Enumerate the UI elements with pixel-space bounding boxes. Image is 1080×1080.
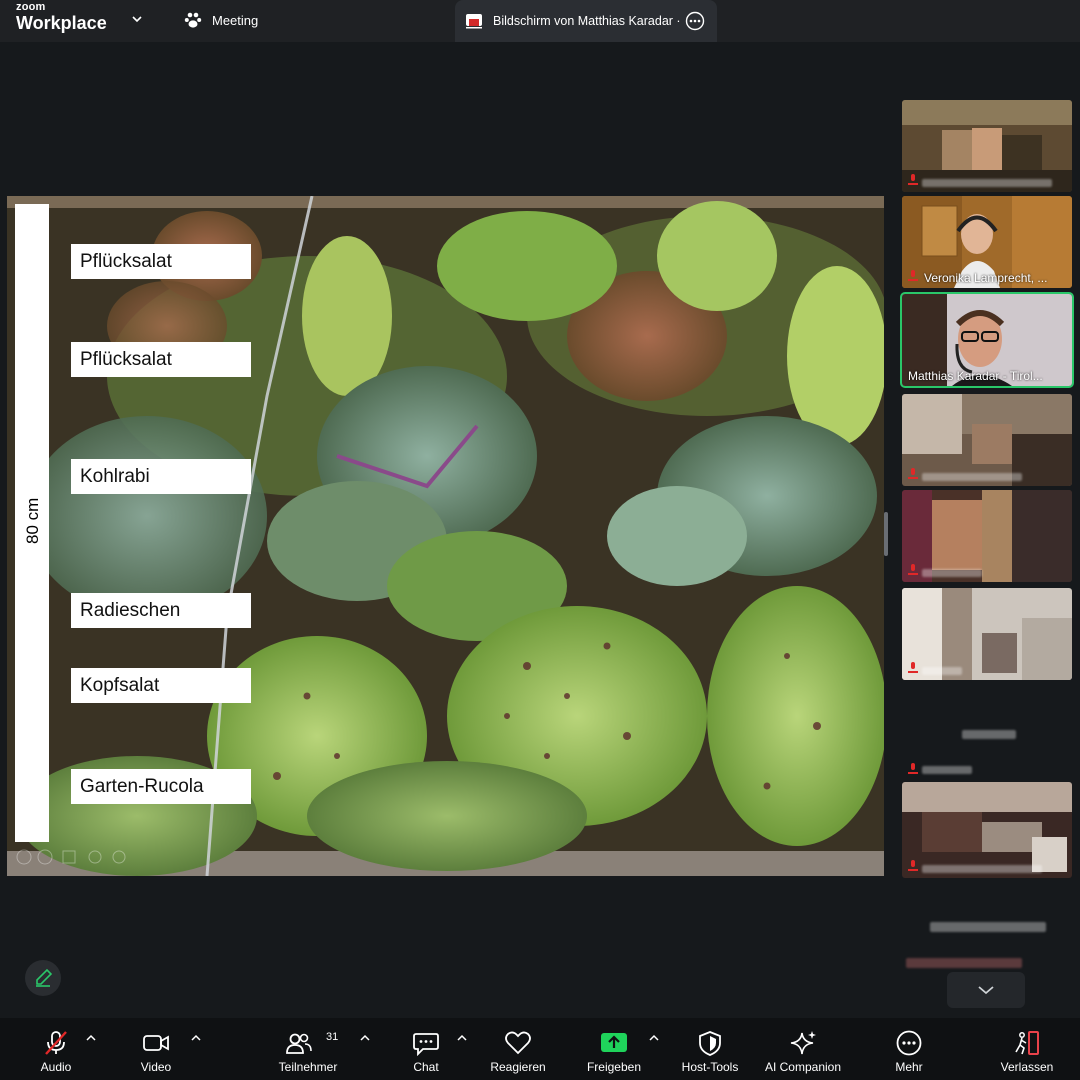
chevron-up-icon[interactable] [86, 1034, 96, 1042]
leave-door-icon [1015, 1031, 1039, 1055]
chevron-up-icon[interactable] [457, 1034, 467, 1042]
chevron-down-icon[interactable] [130, 12, 144, 26]
annotate-button[interactable] [25, 960, 61, 996]
blurred-participant-label [930, 922, 1046, 932]
more-options-icon[interactable] [685, 11, 705, 31]
sparkle-icon [790, 1031, 816, 1055]
chat-label: Chat [413, 1060, 439, 1074]
tab-screen-share[interactable]: Bildschirm von Matthias Karadar · [455, 0, 717, 42]
host-tools-label: Host-Tools [681, 1060, 739, 1074]
participant-tile[interactable]: Veronika Lamprecht, ... [902, 196, 1072, 288]
brand-zoom: zoom [16, 1, 46, 13]
blurred-name [922, 766, 972, 774]
splitter-handle[interactable] [884, 512, 888, 556]
blurred-name [922, 569, 982, 577]
plant-label: Radieschen [71, 593, 251, 628]
participant-name: Matthias Karadar - Tirol... [908, 369, 1043, 383]
shield-icon [699, 1031, 721, 1056]
chat-button[interactable]: Chat [400, 1018, 452, 1080]
brand-workplace: Workplace [16, 13, 107, 33]
host-tools-button[interactable]: Host-Tools [674, 1018, 746, 1080]
video-button[interactable]: Video [130, 1018, 182, 1080]
participant-name: Veronika Lamprecht, ... [924, 271, 1048, 285]
app-logo: zoom Workplace [16, 1, 107, 33]
video-camera-icon [143, 1035, 169, 1051]
participant-name-row[interactable] [902, 760, 1072, 778]
muted-mic-icon [908, 270, 918, 281]
chevron-up-icon[interactable] [360, 1034, 370, 1042]
more-label: Mehr [895, 1060, 923, 1074]
leave-label: Verlassen [1000, 1060, 1054, 1074]
participant-tile[interactable] [902, 588, 1072, 680]
react-label: Reagieren [490, 1060, 546, 1074]
scroll-down-button[interactable] [947, 972, 1025, 1008]
blurred-name [922, 179, 1052, 187]
muted-microphone-icon [45, 1031, 67, 1055]
meeting-toolbar: Audio Video 31 Teilnehmer Chat Reagieren… [0, 1018, 1080, 1080]
participant-tile[interactable] [902, 394, 1072, 486]
title-bar: zoom Workplace Meeting Bildschirm von Ma… [0, 0, 1080, 42]
plant-label: Garten-Rucola [71, 769, 251, 804]
audio-label: Audio [40, 1060, 72, 1074]
muted-mic-icon [908, 860, 918, 871]
participant-tile[interactable] [902, 100, 1072, 192]
blurred-participant-label [906, 958, 1022, 968]
participant-tile[interactable] [902, 782, 1072, 878]
audio-button[interactable]: Audio [30, 1018, 82, 1080]
pen-icon [36, 968, 53, 987]
blurred-name [922, 667, 962, 675]
participants-label: Teilnehmer [278, 1060, 338, 1074]
participants-count: 31 [326, 1031, 339, 1043]
share-tab-label: Bildschirm von Matthias Karadar · [493, 14, 681, 28]
tab-meeting[interactable]: Meeting [184, 8, 258, 32]
chevron-up-icon[interactable] [191, 1034, 201, 1042]
heart-icon [505, 1031, 531, 1055]
ruler-label: 80 cm [23, 497, 42, 544]
share-screen-icon [601, 1033, 627, 1052]
chat-icon [413, 1033, 439, 1056]
participants-button[interactable]: 31 Teilnehmer [270, 1018, 346, 1080]
participant-tile-active-speaker[interactable]: Matthias Karadar - Tirol... [900, 292, 1074, 388]
paw-icon [184, 12, 202, 28]
plant-label: Kopfsalat [71, 668, 251, 703]
blurred-name [922, 473, 1022, 481]
participant-tile[interactable] [902, 490, 1072, 582]
plant-label: Kohlrabi [71, 459, 251, 494]
more-icon [896, 1030, 922, 1056]
participants-icon [285, 1033, 312, 1054]
chevron-up-icon[interactable] [649, 1034, 659, 1042]
video-label: Video [140, 1060, 172, 1074]
share-screen-icon [466, 14, 482, 29]
muted-mic-icon [908, 763, 918, 774]
plant-label: Pflücksalat [71, 244, 251, 279]
slide-controls[interactable] [15, 848, 145, 866]
chevron-down-icon [978, 986, 994, 995]
muted-mic-icon [908, 174, 918, 185]
more-button[interactable]: Mehr [884, 1018, 934, 1080]
muted-mic-icon [908, 564, 918, 575]
share-label: Freigeben [586, 1060, 642, 1074]
shared-screen: 80 cm Pflücksalat Pflücksalat Kohlrabi R… [7, 196, 884, 876]
muted-mic-icon [908, 468, 918, 479]
tab-meeting-label: Meeting [212, 12, 259, 28]
share-button[interactable]: Freigeben [580, 1018, 648, 1080]
leave-button[interactable]: Verlassen [994, 1018, 1060, 1080]
muted-mic-icon [908, 662, 918, 673]
video-feed-blurred [902, 782, 1072, 878]
plant-label: Pflücksalat [71, 342, 251, 377]
react-button[interactable]: Reagieren [484, 1018, 552, 1080]
blurred-name [922, 865, 1042, 873]
ai-companion-button[interactable]: AI Companion [756, 1018, 850, 1080]
blurred-participant-label [962, 730, 1016, 739]
ai-companion-label: AI Companion [764, 1060, 842, 1074]
